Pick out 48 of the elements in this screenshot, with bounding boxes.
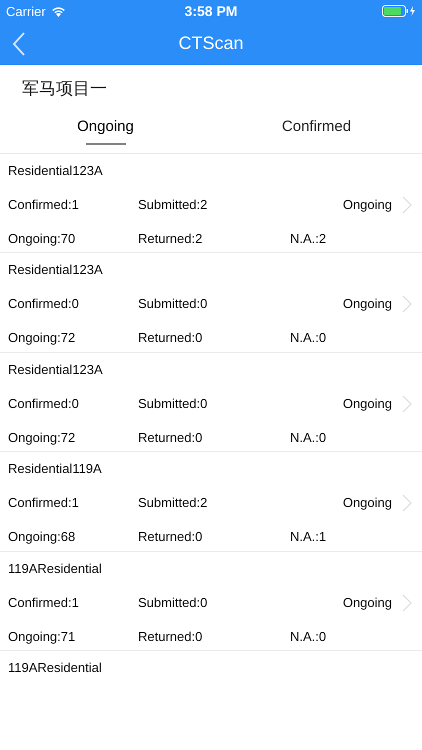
chevron-icon[interactable] (402, 394, 412, 413)
status-label: Ongoing (342, 594, 392, 612)
chevron-icon[interactable] (402, 196, 412, 214)
returned-count: Returned:0 (138, 528, 204, 546)
ongoing-count: Ongoing:72 (8, 428, 76, 447)
status-label: Ongoing (342, 196, 392, 214)
submitted-count: Submitted:0 (138, 394, 208, 413)
wifi-icon (50, 6, 66, 16)
submitted-count: Submitted:2 (138, 494, 208, 512)
chevron-icon[interactable] (402, 295, 412, 314)
na-count: N.A.:1 (290, 528, 328, 546)
status-label: Ongoing (342, 494, 392, 512)
returned-count: Returned:0 (138, 329, 204, 348)
confirmed-count: Confirmed:1 (8, 494, 80, 512)
na-count: N.A.:2 (290, 230, 328, 248)
submitted-count: Submitted:0 (138, 295, 208, 314)
clock-time: 3:58 PM (184, 3, 238, 19)
ongoing-count: Ongoing:70 (8, 230, 76, 248)
battery-icon (382, 5, 416, 17)
submitted-count: Submitted:0 (138, 594, 208, 612)
screen-title: CTScan (178, 33, 244, 54)
confirmed-count: Confirmed:1 (8, 594, 80, 612)
tab[interactable]: Confirmed (211, 110, 422, 153)
status-label: Ongoing (342, 394, 392, 413)
item-title[interactable]: Residential123A (8, 360, 422, 379)
submitted-count: Submitted:2 (138, 196, 208, 214)
confirmed-count: Confirmed:1 (8, 196, 80, 214)
returned-count: Returned:0 (138, 628, 204, 646)
confirmed-count: Confirmed:0 (8, 394, 80, 413)
ongoing-count: Ongoing:72 (8, 329, 76, 348)
na-count: N.A.:0 (290, 428, 328, 447)
chevron-icon[interactable] (402, 594, 412, 612)
item-title[interactable]: 119AResidential (8, 659, 422, 678)
carrier-label: Carrier (6, 4, 46, 18)
na-count: N.A.:0 (290, 329, 328, 348)
item-title[interactable]: Residential119A (8, 460, 422, 478)
chevron-icon[interactable] (402, 494, 412, 512)
status-label: Ongoing (342, 295, 392, 314)
returned-count: Returned:2 (138, 230, 204, 248)
confirmed-count: Confirmed:0 (8, 295, 80, 314)
item-title[interactable]: Residential123A (8, 162, 422, 180)
item-title[interactable]: 119AResidential (8, 560, 422, 578)
na-count: N.A.:0 (290, 628, 328, 646)
ongoing-count: Ongoing:71 (8, 628, 76, 646)
ongoing-count: Ongoing:68 (8, 528, 76, 546)
project-title: 军马项目一 (22, 79, 107, 98)
returned-count: Returned:0 (138, 428, 204, 447)
item-title[interactable]: Residential123A (8, 261, 422, 280)
